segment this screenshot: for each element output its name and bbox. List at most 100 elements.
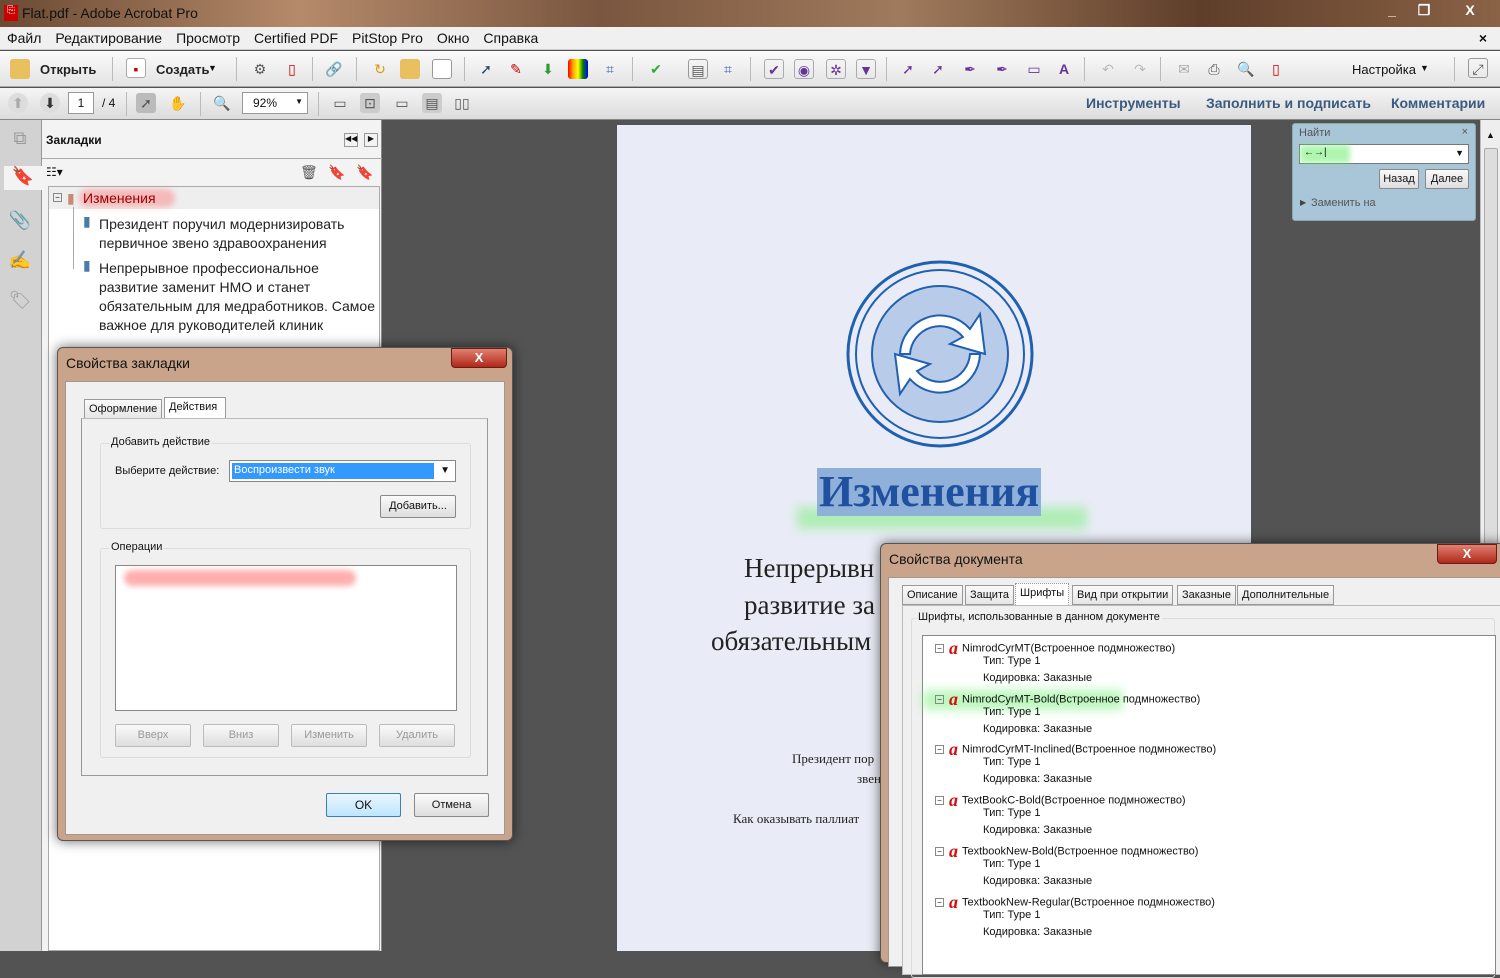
gear-icon[interactable]: ⚙ bbox=[250, 59, 270, 79]
scroll-thumb[interactable] bbox=[1484, 148, 1498, 548]
minimize-button[interactable]: _ bbox=[1378, 0, 1406, 20]
maximize-button[interactable]: ❐ bbox=[1410, 0, 1438, 20]
pen-icon[interactable]: ✒ bbox=[960, 59, 980, 79]
bookmark-item[interactable]: Изменения bbox=[83, 189, 156, 208]
font-entry[interactable]: − a NimrodCyrMT-Bold(Встроенное подмножест… bbox=[935, 689, 1200, 710]
export-icon[interactable]: ↻ bbox=[370, 59, 390, 79]
fit-width-icon[interactable]: ▭ bbox=[330, 93, 350, 113]
menu-edit[interactable]: Редактирование bbox=[48, 27, 169, 46]
tab-fonts[interactable]: Шрифты bbox=[1015, 583, 1070, 605]
font-entry[interactable]: − a NimrodCyrMT(Встроенное подмножество) bbox=[935, 638, 1175, 659]
fullscreen-icon[interactable]: ⤢ bbox=[1468, 58, 1488, 78]
ok-button[interactable]: OK bbox=[326, 793, 401, 817]
tab-description[interactable]: Описание bbox=[902, 585, 963, 605]
preflight2-icon[interactable]: ▯ bbox=[1266, 59, 1286, 79]
tab-advanced[interactable]: Дополнительные bbox=[1237, 585, 1335, 605]
bookmark-panel-icon[interactable]: 🔖 bbox=[4, 166, 42, 190]
settings-icon[interactable]: ✲ bbox=[826, 59, 846, 79]
find-back-button[interactable]: Назад bbox=[1379, 169, 1419, 189]
zoom-select[interactable]: 92% ▼ bbox=[242, 92, 308, 114]
filter-icon[interactable]: ▼ bbox=[856, 59, 876, 79]
chevron-down-icon[interactable]: ▼ bbox=[208, 63, 217, 73]
pointer-icon[interactable]: ➚ bbox=[898, 59, 918, 79]
delete-icon[interactable]: 🗑 bbox=[300, 164, 318, 181]
tab-appearance[interactable]: Оформление bbox=[84, 399, 163, 419]
pen-star-icon[interactable]: ✒ bbox=[992, 59, 1012, 79]
open-button[interactable]: Открыть bbox=[40, 62, 96, 77]
bookmark-item[interactable]: Президент поручил модернизировать первич… bbox=[99, 215, 369, 253]
zoom-tool-icon[interactable]: 🔍 bbox=[212, 93, 232, 113]
undo-icon[interactable]: ↶ bbox=[1098, 59, 1118, 79]
redo-icon[interactable]: ↷ bbox=[1130, 59, 1150, 79]
bookmark-item[interactable]: Непрерывное профессиональное развитие за… bbox=[99, 259, 381, 335]
next-page-icon[interactable]: ⬇ bbox=[40, 93, 60, 113]
email-icon[interactable]: ✉ bbox=[1174, 59, 1194, 79]
checkbox-icon[interactable]: ✔ bbox=[764, 59, 784, 79]
font-entry[interactable]: − a TextbookNew-Regular(Встроенное подмнож… bbox=[935, 892, 1215, 913]
expand-icon[interactable]: ▶ bbox=[1300, 198, 1306, 207]
pointer-multi-icon[interactable]: ➚ bbox=[928, 59, 948, 79]
link-icon[interactable]: 🔗 bbox=[324, 59, 344, 79]
close-document-icon[interactable]: × bbox=[1472, 27, 1494, 46]
tab-custom[interactable]: Заказные bbox=[1177, 585, 1236, 605]
action-select[interactable]: Воспроизвести звук ▼ bbox=[229, 460, 456, 482]
print-icon[interactable]: ⎙ bbox=[1204, 59, 1224, 79]
preflight-icon[interactable]: ▯ bbox=[282, 59, 302, 79]
attachment-icon[interactable]: 📎 bbox=[8, 210, 32, 234]
operations-list[interactable] bbox=[115, 565, 457, 711]
delete-button[interactable]: Удалить bbox=[379, 724, 455, 747]
expand-icon[interactable]: ▶ bbox=[364, 133, 378, 147]
chevron-down-icon[interactable]: ▼ bbox=[1455, 148, 1464, 158]
create-button[interactable]: Создать bbox=[156, 62, 209, 77]
tag-icon[interactable]: 🏷 bbox=[8, 290, 32, 314]
collapse-icon[interactable]: − bbox=[935, 796, 944, 806]
single-page-icon[interactable]: ▤ bbox=[422, 93, 442, 113]
fill-sign-link[interactable]: Заполнить и подписать bbox=[1206, 95, 1371, 111]
collapse-icon[interactable]: − bbox=[935, 694, 944, 704]
edit-text-icon[interactable]: ✎ bbox=[506, 59, 526, 79]
add-action-button[interactable]: Добавить... bbox=[380, 495, 456, 518]
fonts-tree[interactable]: − a NimrodCyrMT(Встроенное подмножество) Т… bbox=[922, 635, 1496, 975]
tab-actions[interactable]: Действия bbox=[164, 397, 226, 419]
select-tool-icon[interactable]: ➚ bbox=[136, 93, 156, 113]
chevron-down-icon[interactable]: ▼ bbox=[1420, 63, 1429, 73]
page-number-input[interactable]: 1 bbox=[68, 92, 94, 114]
menu-help[interactable]: Справка bbox=[476, 27, 545, 46]
search-icon[interactable]: 🔍 bbox=[1236, 59, 1256, 79]
pages-panel-icon[interactable]: ⧉ bbox=[8, 128, 32, 152]
close-button[interactable]: X bbox=[451, 348, 507, 368]
crop-icon[interactable]: ⌗ bbox=[600, 59, 620, 79]
tab-initial-view[interactable]: Вид при открытии bbox=[1072, 585, 1174, 605]
move-up-button[interactable]: Вверх bbox=[115, 724, 191, 747]
scroll-up-icon[interactable]: ▲ bbox=[1486, 130, 1495, 140]
collapse-icon[interactable]: − bbox=[935, 745, 944, 755]
menu-pitstop[interactable]: PitStop Pro bbox=[345, 27, 430, 46]
collapse-icon[interactable]: − bbox=[53, 193, 62, 202]
insert-icon[interactable]: ⬇ bbox=[538, 59, 558, 79]
new-bookmark-icon[interactable]: 🔖 bbox=[328, 164, 345, 181]
tab-security[interactable]: Защита bbox=[965, 585, 1014, 605]
close-icon[interactable]: × bbox=[1462, 126, 1468, 138]
list-item[interactable] bbox=[124, 570, 356, 586]
pages-icon[interactable] bbox=[400, 59, 420, 79]
signature-icon[interactable]: ✍ bbox=[8, 250, 32, 274]
color-icon[interactable] bbox=[568, 59, 588, 79]
move-down-button[interactable]: Вниз bbox=[203, 724, 279, 747]
cancel-button[interactable]: Отмена bbox=[414, 793, 489, 817]
tools-link[interactable]: Инструменты bbox=[1086, 95, 1181, 111]
text-icon[interactable]: A bbox=[1054, 59, 1074, 79]
options-menu-icon[interactable]: ☷▾ bbox=[46, 165, 63, 179]
replace-toggle[interactable]: Заменить на bbox=[1311, 197, 1376, 209]
menu-file[interactable]: Файл bbox=[0, 27, 48, 46]
collapse-icon[interactable]: − bbox=[935, 644, 944, 653]
customize-button[interactable]: Настройка bbox=[1352, 62, 1416, 77]
comments-link[interactable]: Комментарии bbox=[1391, 95, 1485, 111]
select-object-icon[interactable]: ➚ bbox=[476, 59, 496, 79]
collapse-panel-icon[interactable]: ◀◀ bbox=[344, 133, 358, 147]
menu-window[interactable]: Окно bbox=[430, 27, 477, 46]
find-next-button[interactable]: Далее bbox=[1425, 169, 1469, 189]
separation-icon[interactable]: ▤ bbox=[688, 59, 708, 79]
bookmark-from-selection-icon[interactable]: 🔖 bbox=[356, 164, 373, 181]
find-input[interactable]: ←→| ▼ bbox=[1299, 144, 1469, 164]
close-button[interactable]: X bbox=[1437, 544, 1497, 564]
